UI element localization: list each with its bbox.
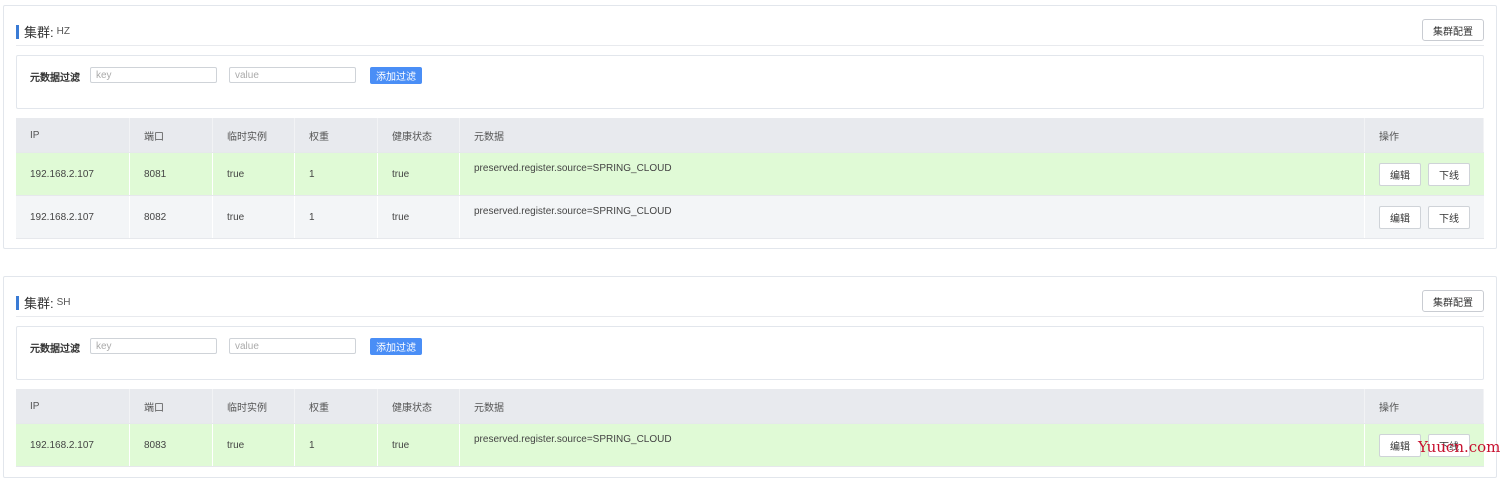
filter-key-input[interactable] [90, 338, 217, 354]
watermark-text: Yuucn.com [1418, 438, 1500, 456]
table-row: 192.168.2.107 8081 true 1 true preserved… [16, 153, 1484, 196]
cell-ip: 192.168.2.107 [16, 196, 130, 238]
metadata-filter-box: 元数据过滤 添加过滤 [16, 55, 1484, 109]
cluster-title: 集群: HZ [16, 22, 70, 41]
filter-value-input[interactable] [229, 338, 356, 354]
cell-health: true [378, 196, 460, 238]
cell-health: true [378, 424, 460, 466]
cell-operations: 编辑 下线 [1365, 196, 1484, 238]
cell-weight: 1 [295, 153, 378, 195]
col-ephemeral: 临时实例 [213, 118, 295, 152]
cell-port: 8082 [130, 196, 213, 238]
metadata-filter-box: 元数据过滤 添加过滤 [16, 326, 1484, 380]
table-row: 192.168.2.107 8083 true 1 true preserved… [16, 424, 1484, 467]
offline-button[interactable]: 下线 [1428, 205, 1470, 229]
metadata-filter-label: 元数据过滤 [30, 73, 80, 84]
cluster-name: SH [56, 297, 71, 308]
col-ip: IP [16, 118, 130, 152]
cell-ip: 192.168.2.107 [16, 153, 130, 195]
cluster-panel-hz: 集群: HZ 集群配置 元数据过滤 添加过滤 IP 端口 临时实例 权重 健康状… [3, 5, 1497, 249]
table-header-row: IP 端口 临时实例 权重 健康状态 元数据 操作 [16, 389, 1484, 424]
cell-metadata: preserved.register.source=SPRING_CLOUD [460, 196, 1365, 238]
col-operations: 操作 [1365, 389, 1484, 423]
col-ephemeral: 临时实例 [213, 389, 295, 423]
offline-button[interactable]: 下线 [1428, 162, 1470, 186]
col-metadata: 元数据 [460, 118, 1365, 152]
col-health: 健康状态 [378, 118, 460, 152]
cell-ephemeral: true [213, 196, 295, 238]
instance-table: IP 端口 临时实例 权重 健康状态 元数据 操作 192.168.2.107 … [16, 389, 1484, 467]
cell-ephemeral: true [213, 153, 295, 195]
add-filter-button[interactable]: 添加过滤 [370, 338, 422, 355]
title-accent-bar [16, 24, 19, 39]
col-port: 端口 [130, 118, 213, 152]
cluster-title-label: 集群: [24, 296, 54, 311]
title-accent-bar [16, 295, 19, 310]
cell-operations: 编辑 下线 [1365, 153, 1484, 195]
cluster-header: 集群: SH 集群配置 [16, 277, 1484, 317]
col-weight: 权重 [295, 118, 378, 152]
col-ip: IP [16, 389, 130, 423]
filter-value-input[interactable] [229, 67, 356, 83]
cell-ip: 192.168.2.107 [16, 424, 130, 466]
col-metadata: 元数据 [460, 389, 1365, 423]
cell-weight: 1 [295, 196, 378, 238]
cell-metadata: preserved.register.source=SPRING_CLOUD [460, 153, 1365, 195]
col-weight: 权重 [295, 389, 378, 423]
cell-port: 8081 [130, 153, 213, 195]
filter-key-input[interactable] [90, 67, 217, 83]
cluster-title: 集群: SH [16, 293, 71, 312]
instance-table: IP 端口 临时实例 权重 健康状态 元数据 操作 192.168.2.107 … [16, 118, 1484, 239]
cluster-header: 集群: HZ 集群配置 [16, 6, 1484, 46]
cluster-name: HZ [56, 26, 70, 37]
col-health: 健康状态 [378, 389, 460, 423]
add-filter-button[interactable]: 添加过滤 [370, 67, 422, 84]
cluster-config-button[interactable]: 集群配置 [1422, 290, 1484, 312]
cluster-config-button[interactable]: 集群配置 [1422, 19, 1484, 41]
cell-weight: 1 [295, 424, 378, 466]
edit-button[interactable]: 编辑 [1379, 205, 1421, 229]
col-port: 端口 [130, 389, 213, 423]
table-row: 192.168.2.107 8082 true 1 true preserved… [16, 196, 1484, 239]
table-header-row: IP 端口 临时实例 权重 健康状态 元数据 操作 [16, 118, 1484, 153]
edit-button[interactable]: 编辑 [1379, 162, 1421, 186]
edit-button[interactable]: 编辑 [1379, 433, 1421, 457]
metadata-filter-label: 元数据过滤 [30, 344, 80, 355]
cell-port: 8083 [130, 424, 213, 466]
cell-ephemeral: true [213, 424, 295, 466]
cell-metadata: preserved.register.source=SPRING_CLOUD [460, 424, 1365, 466]
cluster-title-label: 集群: [24, 25, 54, 40]
col-operations: 操作 [1365, 118, 1484, 152]
cell-health: true [378, 153, 460, 195]
cluster-panel-sh: 集群: SH 集群配置 元数据过滤 添加过滤 IP 端口 临时实例 权重 健康状… [3, 276, 1497, 478]
